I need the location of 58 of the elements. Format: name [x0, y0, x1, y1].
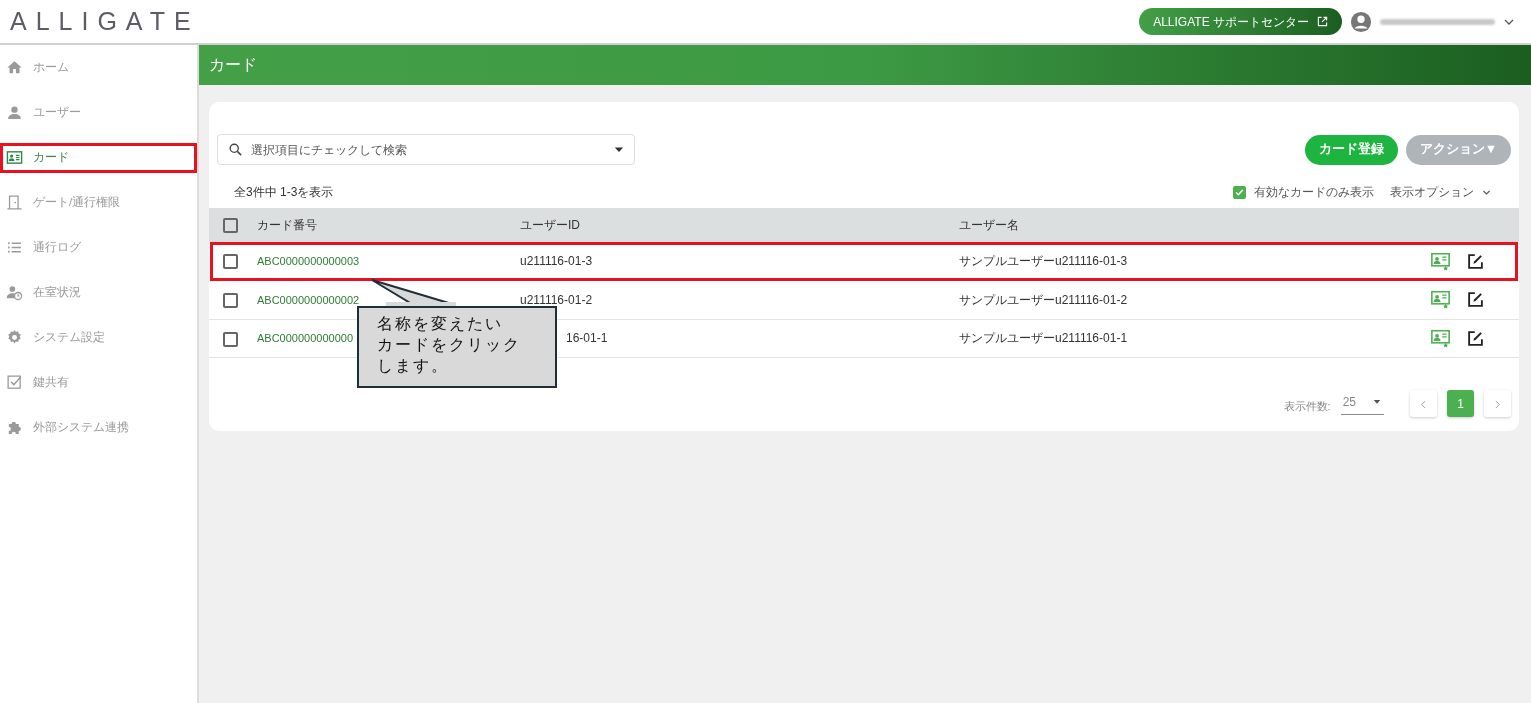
sidebar-item[interactable]: ホーム [0, 45, 197, 90]
edit-icon[interactable] [1467, 252, 1484, 270]
page-size-select[interactable]: 25 [1340, 392, 1384, 415]
page-button[interactable]: 1 [1447, 390, 1474, 417]
sidebar-item[interactable]: ゲート/通行権限 [0, 180, 197, 225]
result-count: 全3件中 1-3を表示 [234, 184, 334, 201]
sidebar-item[interactable]: カード [0, 135, 197, 180]
id-card-star-icon[interactable] [1430, 328, 1451, 348]
sidebar-item[interactable]: 鍵共有 [0, 360, 197, 405]
list-icon [6, 239, 23, 256]
id-card-star-icon[interactable] [1430, 290, 1451, 310]
puzzle-icon [6, 419, 23, 436]
edit-icon[interactable] [1467, 329, 1484, 347]
card-number-link[interactable]: ABC000000000000 [257, 332, 354, 345]
sidebar-item[interactable]: 外部システム連携 [0, 405, 197, 450]
table-cell-text: u211116-01-2 [520, 291, 593, 309]
table-cell: サンプルユーザーu211116-01-2 [959, 292, 1128, 307]
logo: ALLIGATE [10, 9, 200, 34]
chevron-left-icon[interactable] [1419, 399, 1428, 409]
table-cell-text: u211116-01-3 [520, 253, 593, 270]
page-size-label: 表示件数: [1283, 399, 1331, 415]
sidebar-item[interactable]: システム設定 [0, 315, 197, 360]
select-all-checkbox[interactable] [223, 218, 238, 234]
external-link-icon [1317, 16, 1328, 27]
row-checkbox[interactable] [223, 331, 238, 347]
table-cell-text: 16-01-1 [566, 330, 608, 348]
row-checkbox[interactable] [223, 293, 238, 309]
search-field[interactable]: 選択項目にチェックして検索 [217, 134, 635, 165]
chevron-right-icon[interactable] [1493, 399, 1502, 409]
id-card-icon [6, 149, 23, 166]
card-number-link[interactable]: ABC0000000000002 [257, 293, 360, 306]
table-cell: サンプルユーザーu211116-01-3 [959, 254, 1128, 268]
checkbox[interactable] [1233, 185, 1246, 199]
checkbox-icon [6, 374, 23, 391]
sidebar-item[interactable]: 在室状況 [0, 270, 197, 315]
id-card-star-icon[interactable] [1430, 251, 1451, 271]
person-clock-icon [6, 284, 23, 301]
settings-icon [6, 329, 23, 346]
sidebar-item[interactable]: ユーザー [0, 90, 197, 135]
display-options-dropdown[interactable]: 表示オプション [1390, 183, 1491, 201]
table-cell: サンプルユーザーu211116-01-1 [959, 331, 1128, 346]
account-avatar-icon[interactable] [1350, 10, 1372, 33]
column-header: カード番号 [257, 218, 317, 232]
action-button[interactable]: カード登録 [1304, 134, 1398, 165]
page-title-bar: カード [199, 45, 1531, 85]
door-icon [6, 194, 23, 211]
support-button[interactable]: ALLIGATE サポートセンター [1139, 8, 1342, 35]
edit-icon[interactable] [1467, 291, 1484, 309]
caret-down-icon [1372, 397, 1382, 406]
card-number-link[interactable]: ABC0000000000003 [257, 255, 360, 267]
row-checkbox[interactable] [223, 254, 238, 270]
user-icon [6, 104, 23, 121]
sidebar-item[interactable]: 通行ログ [0, 225, 197, 270]
search-icon [228, 142, 243, 157]
checkbox-label[interactable]: 有効なカードのみ表示 [1254, 183, 1374, 201]
column-header: ユーザー名 [959, 218, 1019, 232]
column-header: ユーザーID [520, 218, 580, 232]
home-icon [6, 59, 23, 76]
